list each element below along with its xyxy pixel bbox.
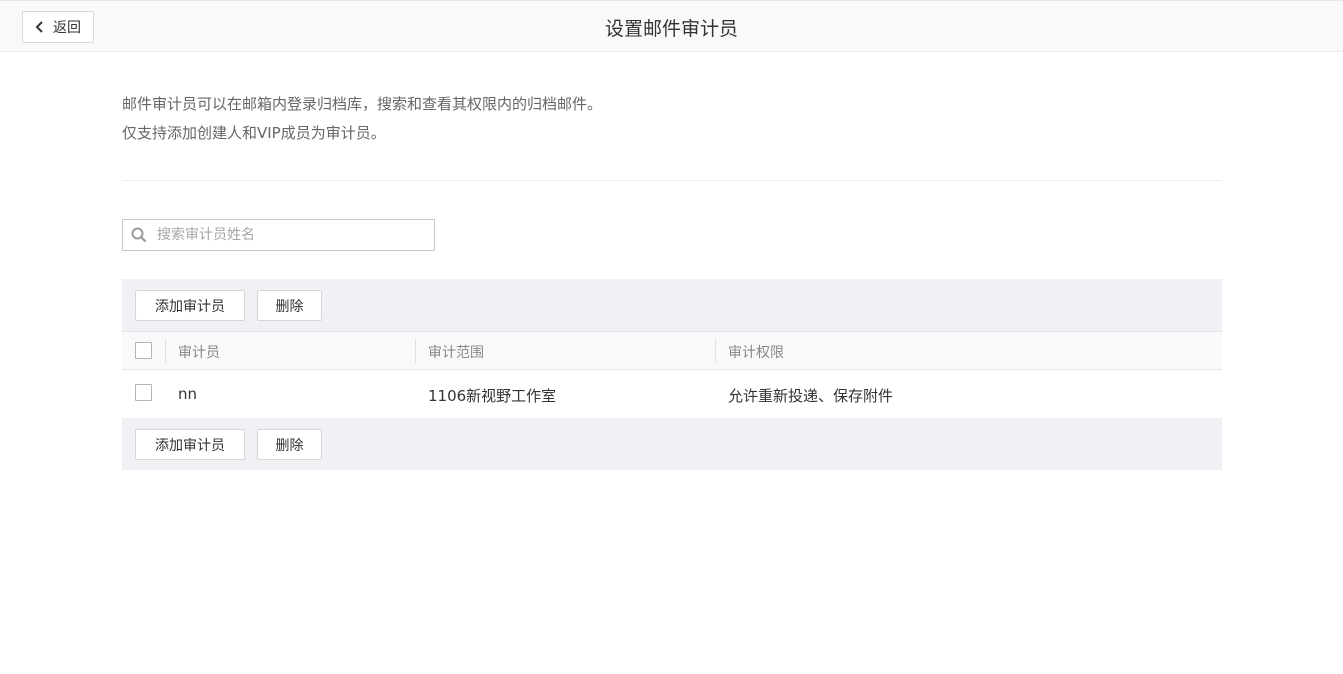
add-auditor-button[interactable]: 添加审计员 bbox=[135, 290, 245, 321]
row-checkbox[interactable] bbox=[135, 384, 152, 401]
column-separator bbox=[715, 339, 716, 363]
table-toolbar-top: 添加审计员 删除 bbox=[122, 279, 1222, 331]
column-separator bbox=[165, 339, 166, 363]
intro-line-2: 仅支持添加创建人和VIP成员为审计员。 bbox=[122, 124, 386, 142]
table-toolbar-bottom: 添加审计员 删除 bbox=[122, 418, 1222, 470]
search-box bbox=[122, 219, 435, 251]
column-header-auditor[interactable]: 审计员 bbox=[178, 342, 220, 362]
top-bar: 返回 设置邮件审计员 bbox=[0, 0, 1343, 52]
add-auditor-button[interactable]: 添加审计员 bbox=[135, 429, 245, 460]
column-header-permission[interactable]: 审计权限 bbox=[728, 342, 784, 362]
intro-text: 邮件审计员可以在邮箱内登录归档库，搜索和查看其权限内的归档邮件。 仅支持添加创建… bbox=[122, 90, 1222, 148]
select-all-checkbox[interactable] bbox=[135, 342, 152, 359]
divider bbox=[122, 180, 1222, 181]
intro-line-1: 邮件审计员可以在邮箱内登录归档库，搜索和查看其权限内的归档邮件。 bbox=[122, 95, 603, 113]
delete-button[interactable]: 删除 bbox=[257, 429, 322, 460]
audit-scope: 1106新视野工作室 bbox=[428, 387, 557, 405]
search-icon bbox=[131, 227, 147, 243]
audit-permission: 允许重新投递、保存附件 bbox=[728, 387, 894, 405]
search-input[interactable] bbox=[157, 220, 427, 250]
column-header-scope[interactable]: 审计范围 bbox=[428, 342, 484, 362]
table-row[interactable]: nn 1106新视野工作室 允许重新投递、保存附件 bbox=[122, 370, 1222, 418]
table-header: 审计员 审计范围 审计权限 bbox=[122, 331, 1222, 370]
page-title: 设置邮件审计员 bbox=[604, 18, 738, 40]
auditor-name: nn bbox=[178, 385, 198, 403]
delete-button[interactable]: 删除 bbox=[257, 290, 322, 321]
column-separator bbox=[415, 339, 416, 363]
